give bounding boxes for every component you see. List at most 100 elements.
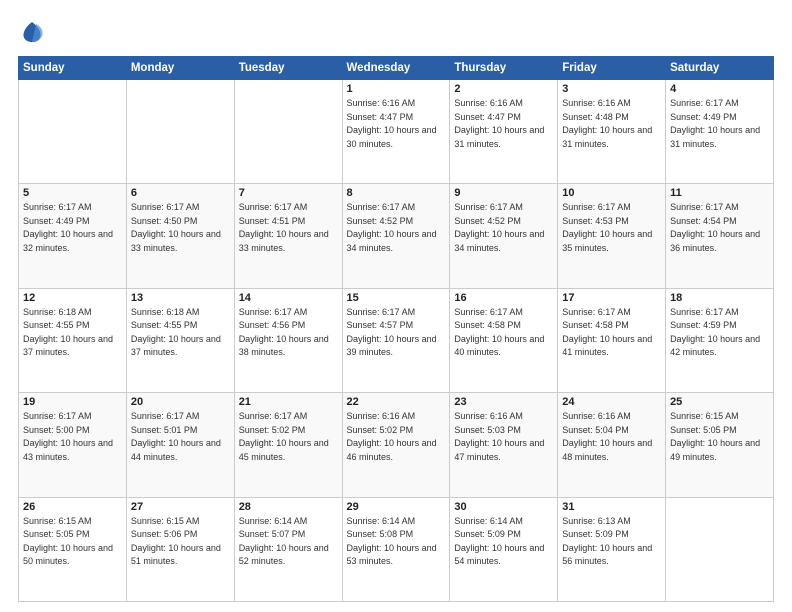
day-number: 28	[239, 501, 338, 513]
day-number: 24	[562, 396, 661, 408]
day-number: 31	[562, 501, 661, 513]
day-info: Sunrise: 6:17 AMSunset: 4:57 PMDaylight:…	[347, 306, 446, 360]
day-info: Sunrise: 6:16 AMSunset: 4:47 PMDaylight:…	[454, 97, 553, 151]
calendar-cell: 17 Sunrise: 6:17 AMSunset: 4:58 PMDayligh…	[558, 288, 666, 392]
calendar-cell: 13 Sunrise: 6:18 AMSunset: 4:55 PMDayligh…	[126, 288, 234, 392]
calendar-cell: 16Sunrise: 6:17 AMSunset: 4:58 PMDayligh…	[450, 288, 558, 392]
day-number: 3	[562, 83, 661, 95]
day-info: Sunrise: 6:14 AMSunset: 5:09 PMDaylight:…	[454, 515, 553, 569]
calendar-cell: 14 Sunrise: 6:17 AMSunset: 4:56 PMDayligh…	[234, 288, 342, 392]
day-number: 29	[347, 501, 446, 513]
day-info: Sunrise: 6:14 AMSunset: 5:08 PMDaylight:…	[347, 515, 446, 569]
calendar-cell: 20 Sunrise: 6:17 AMSunset: 5:01 PMDayligh…	[126, 393, 234, 497]
day-info: Sunrise: 6:17 AMSunset: 4:51 PMDaylight:…	[239, 201, 338, 255]
day-info: Sunrise: 6:17 AMSunset: 4:56 PMDaylight:…	[239, 306, 338, 360]
weekday-header-row: SundayMondayTuesdayWednesdayThursdayFrid…	[19, 57, 774, 80]
calendar-cell: 29 Sunrise: 6:14 AMSunset: 5:08 PMDayligh…	[342, 497, 450, 601]
day-number: 7	[239, 187, 338, 199]
calendar-cell	[666, 497, 774, 601]
day-number: 12	[23, 292, 122, 304]
day-info: Sunrise: 6:17 AMSunset: 4:54 PMDaylight:…	[670, 201, 769, 255]
day-info: Sunrise: 6:17 AMSunset: 4:52 PMDaylight:…	[454, 201, 553, 255]
calendar-cell: 1 Sunrise: 6:16 AMSunset: 4:47 PMDaylight…	[342, 80, 450, 184]
day-number: 4	[670, 83, 769, 95]
day-number: 27	[131, 501, 230, 513]
calendar-cell: 9 Sunrise: 6:17 AMSunset: 4:52 PMDaylight…	[450, 184, 558, 288]
calendar-cell: 4 Sunrise: 6:17 AMSunset: 4:49 PMDaylight…	[666, 80, 774, 184]
day-info: Sunrise: 6:16 AMSunset: 5:03 PMDaylight:…	[454, 410, 553, 464]
day-number: 19	[23, 396, 122, 408]
weekday-header-thursday: Thursday	[450, 57, 558, 80]
calendar-cell: 31 Sunrise: 6:13 AMSunset: 5:09 PMDayligh…	[558, 497, 666, 601]
day-info: Sunrise: 6:16 AMSunset: 5:04 PMDaylight:…	[562, 410, 661, 464]
calendar-cell: 24 Sunrise: 6:16 AMSunset: 5:04 PMDayligh…	[558, 393, 666, 497]
day-number: 6	[131, 187, 230, 199]
day-info: Sunrise: 6:17 AMSunset: 4:53 PMDaylight:…	[562, 201, 661, 255]
day-number: 23	[454, 396, 553, 408]
calendar-cell: 19 Sunrise: 6:17 AMSunset: 5:00 PMDayligh…	[19, 393, 127, 497]
day-number: 15	[347, 292, 446, 304]
day-info: Sunrise: 6:15 AMSunset: 5:06 PMDaylight:…	[131, 515, 230, 569]
calendar-cell: 15 Sunrise: 6:17 AMSunset: 4:57 PMDayligh…	[342, 288, 450, 392]
calendar-cell: 25 Sunrise: 6:15 AMSunset: 5:05 PMDayligh…	[666, 393, 774, 497]
day-info: Sunrise: 6:17 AMSunset: 4:59 PMDaylight:…	[670, 306, 769, 360]
day-info: Sunrise: 6:17 AMSunset: 5:02 PMDaylight:…	[239, 410, 338, 464]
day-info: Sunrise: 6:16 AMSunset: 5:02 PMDaylight:…	[347, 410, 446, 464]
day-number: 9	[454, 187, 553, 199]
day-info: Sunrise: 6:15 AMSunset: 5:05 PMDaylight:…	[23, 515, 122, 569]
day-number: 14	[239, 292, 338, 304]
calendar-cell: 23 Sunrise: 6:16 AMSunset: 5:03 PMDayligh…	[450, 393, 558, 497]
week-row-0: 1 Sunrise: 6:16 AMSunset: 4:47 PMDaylight…	[19, 80, 774, 184]
header	[18, 18, 774, 46]
calendar-table: SundayMondayTuesdayWednesdayThursdayFrid…	[18, 56, 774, 602]
calendar-cell: 10Sunrise: 6:17 AMSunset: 4:53 PMDayligh…	[558, 184, 666, 288]
day-number: 13	[131, 292, 230, 304]
weekday-header-saturday: Saturday	[666, 57, 774, 80]
week-row-1: 5Sunrise: 6:17 AMSunset: 4:49 PMDaylight…	[19, 184, 774, 288]
calendar-page: SundayMondayTuesdayWednesdayThursdayFrid…	[0, 0, 792, 612]
day-number: 30	[454, 501, 553, 513]
day-info: Sunrise: 6:17 AMSunset: 4:58 PMDaylight:…	[562, 306, 661, 360]
weekday-header-sunday: Sunday	[19, 57, 127, 80]
day-number: 2	[454, 83, 553, 95]
day-number: 25	[670, 396, 769, 408]
calendar-cell: 30 Sunrise: 6:14 AMSunset: 5:09 PMDayligh…	[450, 497, 558, 601]
weekday-header-monday: Monday	[126, 57, 234, 80]
calendar-cell: 26 Sunrise: 6:15 AMSunset: 5:05 PMDayligh…	[19, 497, 127, 601]
calendar-cell: 8Sunrise: 6:17 AMSunset: 4:52 PMDaylight…	[342, 184, 450, 288]
day-number: 20	[131, 396, 230, 408]
day-info: Sunrise: 6:15 AMSunset: 5:05 PMDaylight:…	[670, 410, 769, 464]
calendar-cell: 2 Sunrise: 6:16 AMSunset: 4:47 PMDaylight…	[450, 80, 558, 184]
day-info: Sunrise: 6:16 AMSunset: 4:48 PMDaylight:…	[562, 97, 661, 151]
day-info: Sunrise: 6:16 AMSunset: 4:47 PMDaylight:…	[347, 97, 446, 151]
day-number: 26	[23, 501, 122, 513]
day-number: 22	[347, 396, 446, 408]
logo	[18, 18, 50, 46]
day-info: Sunrise: 6:17 AMSunset: 5:00 PMDaylight:…	[23, 410, 122, 464]
calendar-cell: 6 Sunrise: 6:17 AMSunset: 4:50 PMDaylight…	[126, 184, 234, 288]
week-row-2: 12 Sunrise: 6:18 AMSunset: 4:55 PMDayligh…	[19, 288, 774, 392]
calendar-cell: 22 Sunrise: 6:16 AMSunset: 5:02 PMDayligh…	[342, 393, 450, 497]
day-info: Sunrise: 6:17 AMSunset: 5:01 PMDaylight:…	[131, 410, 230, 464]
day-info: Sunrise: 6:17 AMSunset: 4:52 PMDaylight:…	[347, 201, 446, 255]
calendar-cell: 21 Sunrise: 6:17 AMSunset: 5:02 PMDayligh…	[234, 393, 342, 497]
calendar-cell: 3 Sunrise: 6:16 AMSunset: 4:48 PMDaylight…	[558, 80, 666, 184]
weekday-header-wednesday: Wednesday	[342, 57, 450, 80]
day-info: Sunrise: 6:13 AMSunset: 5:09 PMDaylight:…	[562, 515, 661, 569]
weekday-header-tuesday: Tuesday	[234, 57, 342, 80]
day-number: 17	[562, 292, 661, 304]
day-info: Sunrise: 6:17 AMSunset: 4:50 PMDaylight:…	[131, 201, 230, 255]
day-info: Sunrise: 6:18 AMSunset: 4:55 PMDaylight:…	[23, 306, 122, 360]
week-row-3: 19 Sunrise: 6:17 AMSunset: 5:00 PMDayligh…	[19, 393, 774, 497]
calendar-cell: 5Sunrise: 6:17 AMSunset: 4:49 PMDaylight…	[19, 184, 127, 288]
day-info: Sunrise: 6:18 AMSunset: 4:55 PMDaylight:…	[131, 306, 230, 360]
calendar-cell: 12 Sunrise: 6:18 AMSunset: 4:55 PMDayligh…	[19, 288, 127, 392]
weekday-header-friday: Friday	[558, 57, 666, 80]
day-number: 21	[239, 396, 338, 408]
day-number: 16	[454, 292, 553, 304]
day-info: Sunrise: 6:14 AMSunset: 5:07 PMDaylight:…	[239, 515, 338, 569]
day-info: Sunrise: 6:17 AMSunset: 4:49 PMDaylight:…	[670, 97, 769, 151]
calendar-cell: 18Sunrise: 6:17 AMSunset: 4:59 PMDayligh…	[666, 288, 774, 392]
calendar-cell	[126, 80, 234, 184]
day-number: 1	[347, 83, 446, 95]
